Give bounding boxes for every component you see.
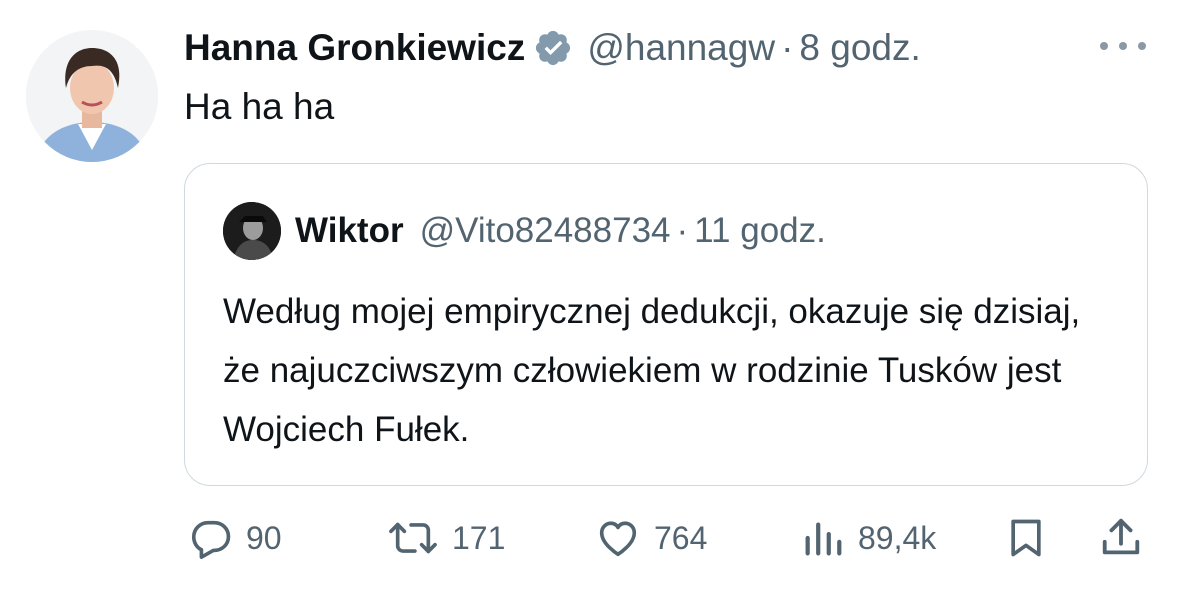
bookmark-icon bbox=[1011, 519, 1041, 557]
like-button[interactable]: 764 bbox=[594, 508, 707, 568]
action-bar: 90 171 764 89,4k bbox=[0, 508, 1178, 568]
quoted-tweet[interactable]: Wiktor @Vito82488734 · 11 godz. Według m… bbox=[184, 163, 1148, 486]
tweet-text: Ha ha ha bbox=[184, 86, 335, 127]
tweet-header: Hanna Gronkiewicz @hannagw · 8 godz. bbox=[184, 22, 921, 74]
views-count: 89,4k bbox=[858, 519, 937, 556]
share-button[interactable] bbox=[1098, 508, 1144, 568]
repost-icon bbox=[389, 522, 437, 554]
quoted-author-handle[interactable]: @Vito82488734 bbox=[420, 211, 671, 251]
quoted-author-avatar[interactable] bbox=[223, 202, 281, 260]
like-icon bbox=[599, 521, 637, 557]
views-icon bbox=[805, 522, 842, 556]
bookmark-button[interactable] bbox=[1004, 508, 1048, 568]
author-avatar[interactable] bbox=[26, 30, 158, 162]
quoted-tweet-text: Według mojej empirycznej dedukcji, okazu… bbox=[223, 292, 1081, 449]
more-icon[interactable] bbox=[1100, 32, 1146, 60]
reply-icon bbox=[191, 520, 231, 559]
share-icon bbox=[1102, 518, 1140, 555]
quoted-tweet-time[interactable]: 11 godz. bbox=[694, 211, 826, 251]
verified-badge-icon bbox=[533, 28, 573, 68]
quoted-separator-dot: · bbox=[676, 211, 689, 250]
reply-button[interactable]: 90 bbox=[188, 508, 282, 568]
tweet-time[interactable]: 8 godz. bbox=[799, 27, 920, 69]
reply-count: 90 bbox=[246, 519, 282, 556]
repost-count: 171 bbox=[452, 519, 506, 556]
separator-dot: · bbox=[781, 27, 794, 68]
like-count: 764 bbox=[654, 519, 708, 556]
author-handle[interactable]: @hannagw bbox=[587, 27, 775, 69]
views-button[interactable]: 89,4k bbox=[800, 508, 936, 568]
quoted-tweet-header: Wiktor @Vito82488734 · 11 godz. bbox=[295, 208, 826, 254]
author-photo bbox=[26, 30, 158, 162]
repost-button[interactable]: 171 bbox=[386, 508, 505, 568]
quoted-author-name[interactable]: Wiktor bbox=[295, 211, 404, 251]
quoted-author-photo bbox=[223, 202, 281, 260]
author-name[interactable]: Hanna Gronkiewicz bbox=[184, 27, 525, 69]
